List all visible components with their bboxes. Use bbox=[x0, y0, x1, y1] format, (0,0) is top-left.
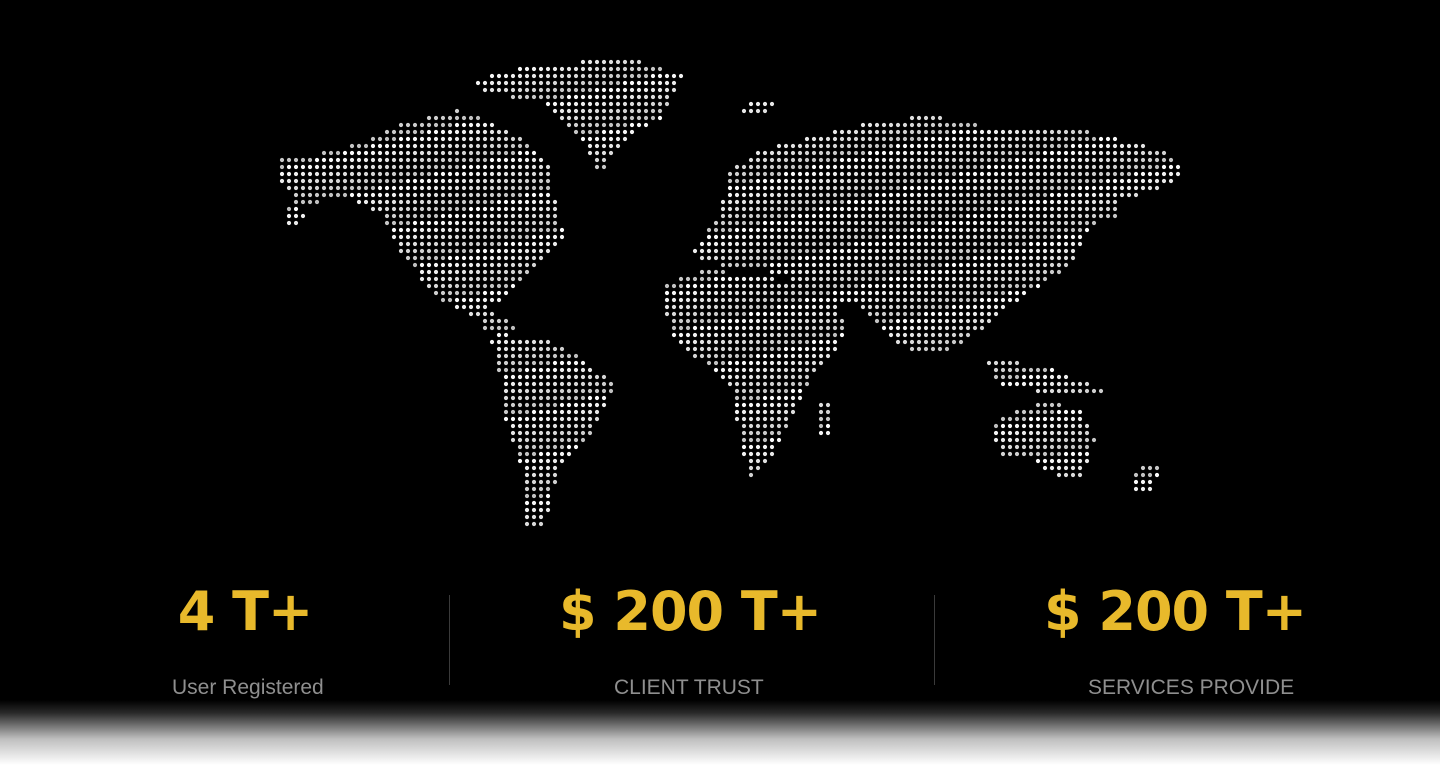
stat-users: 4 T+ User Registered bbox=[160, 578, 330, 699]
divider bbox=[934, 595, 935, 685]
stat-value: 4 T+ bbox=[177, 580, 313, 643]
world-map bbox=[0, 0, 1440, 560]
map-dots bbox=[279, 59, 1181, 527]
bottom-fade bbox=[0, 700, 1440, 765]
world-map-icon bbox=[279, 59, 1181, 527]
stat-label: User Registered bbox=[172, 676, 324, 699]
stat-value: $ 200 T+ bbox=[559, 580, 822, 643]
stat-value: $ 200 T+ bbox=[1044, 580, 1307, 643]
divider bbox=[449, 595, 450, 685]
stats-section: 4 T+ User Registered $ 200 T+ CLIENT TRU… bbox=[0, 0, 1440, 765]
stat-services: $ 200 T+ SERVICES PROVIDE bbox=[1040, 578, 1310, 699]
stat-client-trust: $ 200 T+ CLIENT TRUST bbox=[555, 578, 825, 699]
stat-label: SERVICES PROVIDE bbox=[1088, 676, 1295, 699]
stat-label: CLIENT TRUST bbox=[614, 676, 764, 699]
